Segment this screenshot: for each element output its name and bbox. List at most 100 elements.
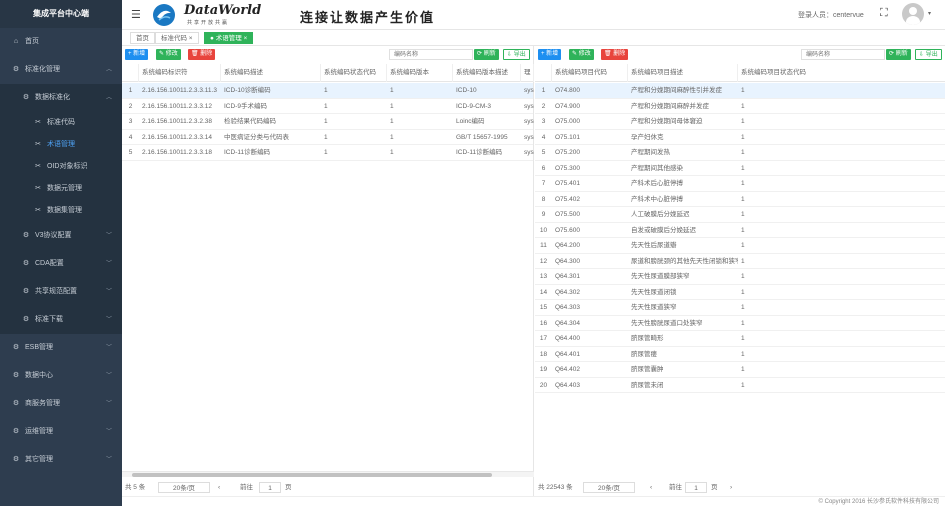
table-row[interactable]: 11 Q64.200 先天性后尿道瓣 1	[535, 238, 945, 254]
table-cell: 1	[741, 381, 745, 389]
sidebar-item-standardization[interactable]: ⚙ 标准化管理 ︿	[0, 56, 122, 84]
table-row[interactable]: 13 Q64.301 先天性尿道膜部狭窄 1	[535, 269, 945, 285]
code-system-panel: + 新增 ✎ 修改 🗑 删除 ⟳ 刷新 ⇩ 导出 系统编码标识符 系统编码描述 …	[122, 46, 534, 496]
table-cell: 产程期间发热	[631, 149, 670, 156]
column-header-index	[535, 64, 552, 82]
tab-standard-code[interactable]: 标准代码 ×	[155, 32, 199, 44]
table-cell: Q64.301	[555, 273, 580, 280]
table-cell: 2.16.156.10011.2.3.3.11.3	[142, 87, 217, 94]
delete-button[interactable]: 🗑 删除	[188, 49, 216, 60]
export-button[interactable]: ⇩ 导出	[915, 49, 942, 60]
sidebar-item-label: 数据中心	[25, 372, 53, 379]
sidebar-item-oid[interactable]: ✂ OID对象标识	[0, 156, 122, 178]
table-cell: 1	[741, 273, 745, 280]
search-input[interactable]	[801, 49, 885, 60]
table-cell: 2.16.156.10011.2.3.3.18	[142, 149, 212, 156]
edit-button[interactable]: ✎ 修改	[569, 49, 594, 60]
table-row[interactable]: 19 Q64.402 脐尿管囊肿 1	[535, 362, 945, 378]
table-cell: 先天性尿道闭锁	[631, 288, 677, 296]
sidebar-item-standard-download[interactable]: ⚙ 标准下载 ﹀	[0, 306, 122, 334]
table-row[interactable]: 5 O75.200 产程期间发热 1	[535, 145, 945, 161]
table-row[interactable]: 7 O75.401 产科术后心脏停搏 1	[535, 176, 945, 192]
sidebar-item-terminology[interactable]: ✂ 术语管理	[0, 134, 122, 156]
table-row[interactable]: 4 O75.101 孕产妇休克 1	[535, 130, 945, 145]
table-row[interactable]: 4 2.16.156.10011.2.3.3.14 中医病证分类与代码表 1 1 GB/T…	[122, 130, 534, 145]
caret-down-icon[interactable]: ▾	[928, 10, 931, 17]
sidebar-item-service-management[interactable]: ⚙ 商服务管理 ﹀	[0, 390, 122, 418]
sidebar-item-v3-protocol[interactable]: ⚙ V3协议配置 ﹀	[0, 222, 122, 250]
delete-button[interactable]: 🗑 删除	[601, 49, 629, 60]
table-row[interactable]: 17 Q64.400 脐尿管畸形 1	[535, 331, 945, 347]
sidebar-item-other[interactable]: ⚙ 其它管理 ﹀	[0, 446, 122, 474]
table-row[interactable]: 18 Q64.401 脐尿管瘘 1	[535, 347, 945, 362]
column-header[interactable]: 理	[521, 64, 534, 82]
table-row[interactable]: 2 O74.900 产程和分娩期间麻醉并发症 1	[535, 99, 945, 114]
export-button[interactable]: ⇩ 导出	[503, 49, 530, 60]
table-row[interactable]: 6 O75.300 产程期间其他感染 1	[535, 161, 945, 176]
sidebar-item-cda[interactable]: ⚙ CDA配置 ﹀	[0, 250, 122, 278]
sidebar-item-ops[interactable]: ⚙ 运维管理 ﹀	[0, 418, 122, 446]
prev-page-icon[interactable]: ‹	[218, 482, 220, 493]
total-count: 共 5 条	[125, 484, 146, 491]
table-row[interactable]: 1 O74.800 产程和分娩期间麻醉性引并发症 1	[535, 83, 945, 99]
menu-toggle-icon[interactable]: ☰	[131, 8, 141, 21]
add-button[interactable]: + 新增	[538, 49, 562, 60]
table-row[interactable]: 3 2.16.156.10011.2.3.2.38 检验结果代码编码 1 1 Loinc编…	[122, 114, 534, 130]
sidebar-item-esb[interactable]: ⚙ ESB管理 ﹀	[0, 334, 122, 362]
table-row[interactable]: 8 O75.402 产科术中心脏停搏 1	[535, 192, 945, 207]
sidebar-item-dataset[interactable]: ✂ 数据集管理	[0, 200, 122, 222]
table-row[interactable]: 12 Q64.300 尿道和膀胱颈的其他先天性闭锁和狭窄 1	[535, 254, 945, 269]
edit-button[interactable]: ✎ 修改	[156, 49, 181, 60]
column-header[interactable]: 系统编码项目状态代码	[738, 64, 945, 82]
table-row[interactable]: 16 Q64.304 先天性膀胱尿道口处狭窄 1	[535, 316, 945, 331]
sidebar-item-data-center[interactable]: ⚙ 数据中心 ﹀	[0, 362, 122, 390]
row-index: 12	[539, 257, 548, 265]
table-row[interactable]: 9 O75.500 人工破膜后分娩延迟 1	[535, 207, 945, 223]
table-row[interactable]: 20 Q64.403 脐尿管未闭 1	[535, 378, 945, 393]
chevron-down-icon: ﹀	[105, 401, 112, 407]
sidebar-item-standard-code[interactable]: ✂ 标准代码	[0, 112, 122, 134]
avatar[interactable]	[902, 3, 924, 25]
sidebar-item-share-spec[interactable]: ⚙ 共享规范配置 ﹀	[0, 278, 122, 306]
next-page-icon[interactable]: ›	[730, 482, 732, 493]
table-cell: 中医病证分类与代码表	[224, 133, 289, 141]
column-header[interactable]: 系统编码状态代码	[321, 64, 387, 82]
horizontal-scrollbar[interactable]	[122, 471, 534, 477]
tab-terminology[interactable]: ● 术语管理 ×	[204, 32, 254, 44]
column-header[interactable]: 系统编码项目描述	[628, 64, 738, 82]
tab-home[interactable]: 首页	[130, 32, 155, 44]
table-cell: ICD-11诊断编码	[224, 149, 271, 156]
page-input[interactable]: 1	[259, 482, 281, 493]
column-header[interactable]: 系统编码描述	[221, 64, 321, 82]
table-cell: 1	[741, 195, 745, 203]
page-size-select[interactable]: 20条/页	[158, 482, 210, 493]
search-input[interactable]	[389, 49, 473, 60]
sidebar-item-home[interactable]: ⌂ 首页	[0, 28, 122, 56]
prev-page-icon[interactable]: ‹	[650, 482, 652, 493]
table-row[interactable]: 5 2.16.156.10011.2.3.3.18 ICD-11诊断编码 1 1 ICD-…	[122, 145, 534, 161]
table-cell: 脐尿管未闭	[631, 381, 664, 389]
fullscreen-icon[interactable]: ⛶	[880, 7, 888, 20]
sidebar-item-data-standardization[interactable]: ⚙ 数据标准化 ︿	[0, 84, 122, 112]
column-header[interactable]: 系统编码标识符	[139, 64, 221, 82]
table-cell: 1	[741, 257, 745, 265]
scrollbar-thumb[interactable]	[132, 473, 492, 477]
refresh-button[interactable]: ⟳ 刷新	[886, 49, 911, 60]
page-input[interactable]: 1	[685, 482, 707, 493]
sidebar-item-data-element[interactable]: ✂ 数据元管理	[0, 178, 122, 200]
table-row[interactable]: 15 Q64.303 先天性尿道狭窄 1	[535, 300, 945, 316]
table-row[interactable]: 2 2.16.156.10011.2.3.3.12 ICD-9手术编码 1 1 ICD-9…	[122, 99, 534, 114]
chevron-down-icon: ﹀	[105, 457, 112, 463]
table-cell: Q64.401	[555, 350, 580, 358]
column-header[interactable]: 系统编码版本描述	[453, 64, 521, 82]
page-size-select[interactable]: 20条/页	[583, 482, 635, 493]
table-row[interactable]: 10 O75.600 自发或破膜后分娩延迟 1	[535, 223, 945, 238]
refresh-button[interactable]: ⟳ 刷新	[474, 49, 499, 60]
add-button[interactable]: + 新增	[125, 49, 149, 60]
chevron-down-icon: ﹀	[105, 317, 112, 323]
column-header[interactable]: 系统编码项目代码	[552, 64, 628, 82]
table-row[interactable]: 1 2.16.156.10011.2.3.3.11.3 ICD-10诊断编码 1 1 IC…	[122, 83, 534, 99]
table-row[interactable]: 14 Q64.302 先天性尿道闭锁 1	[535, 285, 945, 300]
table-row[interactable]: 3 O75.000 产程和分娩期间母体窘迫 1	[535, 114, 945, 130]
column-header[interactable]: 系统编码版本	[387, 64, 453, 82]
